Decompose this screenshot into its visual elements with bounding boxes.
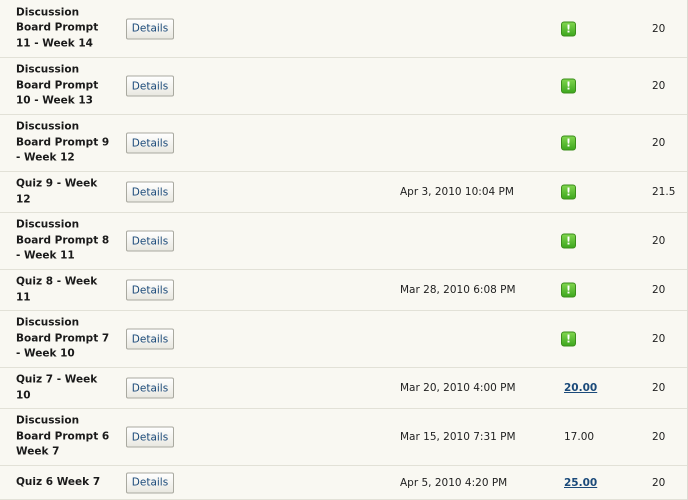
item-title: Discussion Board Prompt 11 - Week 14 bbox=[16, 5, 99, 50]
last-submitted-date: Apr 5, 2010 4:20 PM bbox=[400, 476, 508, 489]
needs-grading-icon[interactable]: ! bbox=[561, 21, 576, 36]
table-row: Discussion Board Prompt 7 - Week 10 Detai… bbox=[0, 311, 687, 368]
item-title: Discussion Board Prompt 10 - Week 13 bbox=[16, 63, 99, 107]
needs-grading-icon[interactable]: ! bbox=[561, 282, 576, 298]
needs-grading-icon[interactable]: ! bbox=[561, 135, 576, 151]
needs-grading-icon[interactable]: ! bbox=[561, 184, 576, 200]
details-button[interactable]: Details bbox=[126, 377, 174, 399]
grade-link[interactable]: 25.00 bbox=[564, 477, 597, 489]
details-button[interactable]: Details bbox=[126, 279, 174, 301]
points-possible: 21.5 bbox=[652, 186, 676, 198]
grades-table: Discussion Board Prompt 11 - Week 14 Deta… bbox=[0, 0, 688, 500]
table-row: Discussion Board Prompt 6 Week 7 Details M… bbox=[0, 409, 687, 466]
points-possible: 20 bbox=[652, 382, 666, 394]
item-title: Discussion Board Prompt 9 - Week 12 bbox=[16, 120, 110, 164]
points-possible: 20 bbox=[652, 476, 666, 489]
table-row: Quiz 7 - Week 10 Details Mar 20, 2010 4:00… bbox=[0, 368, 687, 409]
item-title: Quiz 9 - Week 12 bbox=[16, 177, 98, 205]
table-row: Quiz 8 - Week 11 Details Mar 28, 2010 6:08… bbox=[0, 270, 687, 311]
table-row: Discussion Board Prompt 8 - Week 11 Detai… bbox=[0, 213, 687, 270]
table-row: Discussion Board Prompt 11 - Week 14 Deta… bbox=[0, 0, 687, 58]
details-button[interactable]: Details bbox=[126, 472, 174, 493]
grade-cell: 20.00 bbox=[564, 382, 597, 394]
last-submitted-date: Apr 3, 2010 10:04 PM bbox=[400, 186, 514, 198]
grade-cell: 25.00 bbox=[564, 477, 597, 489]
details-button[interactable]: Details bbox=[126, 426, 174, 448]
points-possible: 20 bbox=[652, 80, 666, 92]
points-possible: 20 bbox=[652, 235, 666, 247]
table-row: Quiz 9 - Week 12 Details Apr 3, 2010 10:04… bbox=[0, 172, 687, 213]
item-title: Quiz 7 - Week 10 bbox=[16, 373, 98, 401]
details-button[interactable]: Details bbox=[126, 230, 174, 252]
details-button[interactable]: Details bbox=[126, 181, 174, 203]
needs-grading-icon[interactable]: ! bbox=[561, 78, 576, 94]
item-title: Quiz 8 - Week 11 bbox=[16, 275, 98, 303]
table-row: Discussion Board Prompt 10 - Week 13 Deta… bbox=[0, 58, 687, 115]
points-possible: 20 bbox=[652, 431, 666, 443]
grade-link[interactable]: 20.00 bbox=[564, 382, 597, 394]
item-title: Discussion Board Prompt 6 Week 7 bbox=[16, 414, 110, 458]
points-possible: 20 bbox=[652, 137, 666, 149]
item-title: Discussion Board Prompt 8 - Week 11 bbox=[16, 218, 110, 262]
points-possible: 20 bbox=[652, 333, 666, 345]
table-row: Quiz 6 Week 7 Details Apr 5, 2010 4:20 PM 2… bbox=[0, 466, 687, 500]
points-possible: 20 bbox=[652, 22, 666, 35]
last-submitted-date: Mar 20, 2010 4:00 PM bbox=[400, 382, 516, 394]
last-submitted-date: Mar 28, 2010 6:08 PM bbox=[400, 284, 516, 296]
details-button[interactable]: Details bbox=[126, 75, 174, 97]
item-title: Discussion Board Prompt 7 - Week 10 bbox=[16, 316, 110, 360]
table-row: Discussion Board Prompt 9 - Week 12 Detai… bbox=[0, 115, 687, 172]
points-possible: 20 bbox=[652, 284, 666, 296]
needs-grading-icon[interactable]: ! bbox=[561, 331, 576, 347]
grade-value: 17.00 bbox=[564, 431, 595, 443]
details-button[interactable]: Details bbox=[126, 18, 174, 39]
details-button[interactable]: Details bbox=[126, 132, 174, 154]
needs-grading-icon[interactable]: ! bbox=[561, 233, 576, 249]
last-submitted-date: Mar 15, 2010 7:31 PM bbox=[400, 431, 516, 443]
details-button[interactable]: Details bbox=[126, 328, 174, 350]
item-title: Quiz 6 Week 7 bbox=[16, 475, 101, 488]
